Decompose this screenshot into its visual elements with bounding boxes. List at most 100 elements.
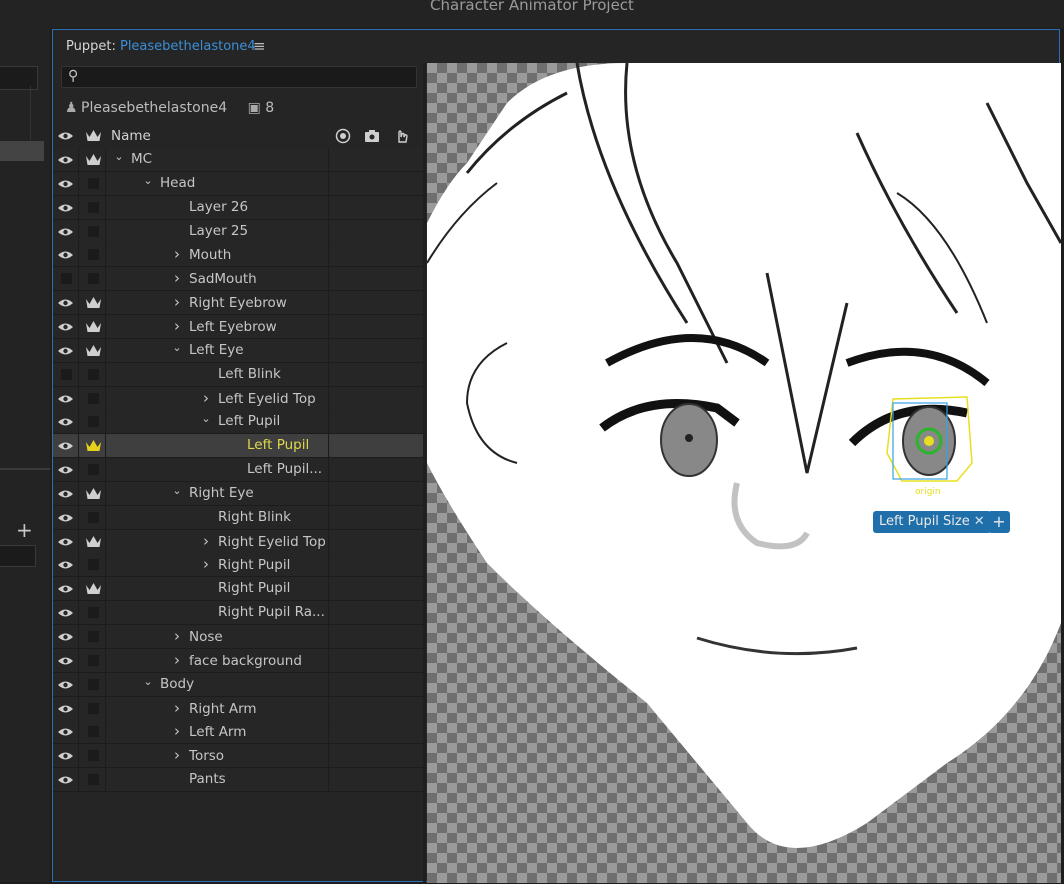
tree-row[interactable]: ⌄ Body <box>53 672 423 697</box>
tree-row[interactable]: ⌄ Left Eye <box>53 338 423 363</box>
tree-row[interactable]: › Nose <box>53 625 423 649</box>
crown-icon[interactable] <box>85 128 102 143</box>
chevron-right-icon[interactable]: › <box>200 553 212 576</box>
independent-toggle[interactable] <box>80 148 106 171</box>
tree-row[interactable]: ⌄ MC <box>53 148 423 172</box>
layer-name-cell[interactable]: › Torso <box>107 744 329 768</box>
independent-toggle[interactable] <box>80 720 106 744</box>
independent-toggle[interactable] <box>80 625 106 648</box>
independent-toggle[interactable] <box>80 195 106 219</box>
tree-row[interactable]: ⌄ Right Eye <box>53 481 423 506</box>
layer-name-cell[interactable]: Right Blink <box>107 505 329 529</box>
independent-toggle[interactable] <box>80 577 106 601</box>
tree-row[interactable]: › Right Eyelid Top <box>53 529 423 554</box>
tree-row[interactable]: Layer 26 <box>53 195 423 220</box>
independent-toggle[interactable] <box>80 171 106 195</box>
independent-toggle[interactable] <box>80 434 106 458</box>
chevron-right-icon[interactable]: › <box>171 744 183 767</box>
chevron-right-icon[interactable]: › <box>200 387 212 410</box>
chevron-right-icon[interactable]: › <box>171 315 183 338</box>
layer-name-cell[interactable]: › Nose <box>107 625 329 648</box>
layer-name-cell[interactable]: › Right Pupil <box>107 553 329 577</box>
chevron-right-icon[interactable]: › <box>171 649 183 672</box>
visibility-toggle[interactable] <box>53 267 79 291</box>
visibility-toggle[interactable] <box>53 768 79 792</box>
layer-name-cell[interactable]: › Right Eyelid Top <box>107 529 329 553</box>
layer-name-cell[interactable]: › Mouth <box>107 243 329 267</box>
tree-row[interactable]: › SadMouth <box>53 267 423 292</box>
independent-toggle[interactable] <box>80 338 106 362</box>
visibility-toggle[interactable] <box>53 338 79 362</box>
layer-name-cell[interactable]: ⌄ Right Eye <box>107 481 329 505</box>
tree-row[interactable]: Right Pupil <box>53 577 423 602</box>
visibility-toggle[interactable] <box>53 219 79 243</box>
tree-row[interactable]: › face background <box>53 648 423 673</box>
name-column-header[interactable]: Name <box>111 124 151 148</box>
left-panel-field-2[interactable] <box>0 545 36 567</box>
visibility-toggle[interactable] <box>53 553 79 577</box>
visibility-toggle[interactable] <box>53 601 79 625</box>
visibility-toggle[interactable] <box>53 148 79 171</box>
independent-toggle[interactable] <box>80 458 106 482</box>
independent-toggle[interactable] <box>80 601 106 625</box>
chevron-right-icon[interactable]: › <box>171 291 183 314</box>
independent-toggle[interactable] <box>80 243 106 267</box>
layer-name-cell[interactable]: Left Pupil... <box>107 458 329 482</box>
chevron-right-icon[interactable]: › <box>171 267 183 290</box>
independent-toggle[interactable] <box>80 291 106 315</box>
tree-row[interactable]: › Right Arm <box>53 696 423 721</box>
visibility-toggle[interactable] <box>53 243 79 267</box>
layer-name-cell[interactable]: Pants <box>107 768 329 792</box>
visibility-toggle[interactable] <box>53 625 79 648</box>
hand-icon[interactable] <box>393 128 409 144</box>
tree-row[interactable]: › Mouth <box>53 243 423 268</box>
layer-name-cell[interactable]: Left Pupil <box>107 434 329 458</box>
visibility-toggle[interactable] <box>53 696 79 720</box>
tree-row[interactable]: ⌄ Left Pupil <box>53 410 423 435</box>
chevron-right-icon[interactable]: › <box>171 625 183 648</box>
independent-toggle[interactable] <box>80 696 106 720</box>
chevron-right-icon[interactable]: › <box>171 243 183 266</box>
layer-name-cell[interactable]: ⌄ Left Pupil <box>107 410 329 434</box>
visibility-toggle[interactable] <box>53 386 79 410</box>
chevron-down-icon[interactable]: ⌄ <box>171 482 183 502</box>
tree-row[interactable]: Layer 25 <box>53 219 423 244</box>
layer-name-cell[interactable]: Layer 25 <box>107 219 329 243</box>
chevron-right-icon[interactable]: › <box>200 530 212 553</box>
hamburger-icon[interactable]: ≡ <box>253 30 266 63</box>
left-panel-selected-item[interactable] <box>0 141 44 161</box>
independent-toggle[interactable] <box>80 386 106 410</box>
add-button[interactable]: + <box>16 518 33 542</box>
independent-toggle[interactable] <box>80 481 106 505</box>
panel-splitter[interactable] <box>423 63 426 883</box>
tree-row[interactable]: Right Blink <box>53 505 423 530</box>
independent-toggle[interactable] <box>80 314 106 338</box>
independent-toggle[interactable] <box>80 267 106 291</box>
visibility-toggle[interactable] <box>53 505 79 529</box>
camera-arm-icon[interactable] <box>364 128 380 144</box>
layer-name-cell[interactable]: › Right Arm <box>107 696 329 720</box>
puppet-viewport[interactable]: origin Left Pupil Size ✕ + <box>427 63 1061 883</box>
left-panel-splitter[interactable] <box>0 468 50 470</box>
puppet-name-link[interactable]: Pleasebethelastone4 <box>120 39 256 54</box>
visibility-toggle[interactable] <box>53 648 79 672</box>
visibility-toggle[interactable] <box>53 410 79 434</box>
add-tag-button[interactable]: + <box>988 511 1010 533</box>
tree-row[interactable]: Left Pupil... <box>53 458 423 483</box>
visibility-toggle[interactable] <box>53 171 79 195</box>
layer-name-cell[interactable]: Layer 26 <box>107 195 329 219</box>
visibility-toggle[interactable] <box>53 291 79 315</box>
layer-name-cell[interactable]: › Left Eyelid Top <box>107 386 329 410</box>
visibility-toggle[interactable] <box>53 577 79 601</box>
tree-row[interactable]: Left Blink <box>53 362 423 387</box>
layer-name-cell[interactable]: ⌄ MC <box>107 148 329 171</box>
independent-toggle[interactable] <box>80 505 106 529</box>
chevron-down-icon[interactable]: ⌄ <box>171 339 183 359</box>
tree-row[interactable]: ⌄ Head <box>53 171 423 196</box>
layer-name-cell[interactable]: Right Pupil <box>107 577 329 601</box>
tree-row[interactable]: Pants <box>53 768 423 793</box>
layer-name-cell[interactable]: ⌄ Left Eye <box>107 338 329 362</box>
independent-toggle[interactable] <box>80 362 106 386</box>
independent-toggle[interactable] <box>80 672 106 696</box>
layer-name-cell[interactable]: › SadMouth <box>107 267 329 291</box>
